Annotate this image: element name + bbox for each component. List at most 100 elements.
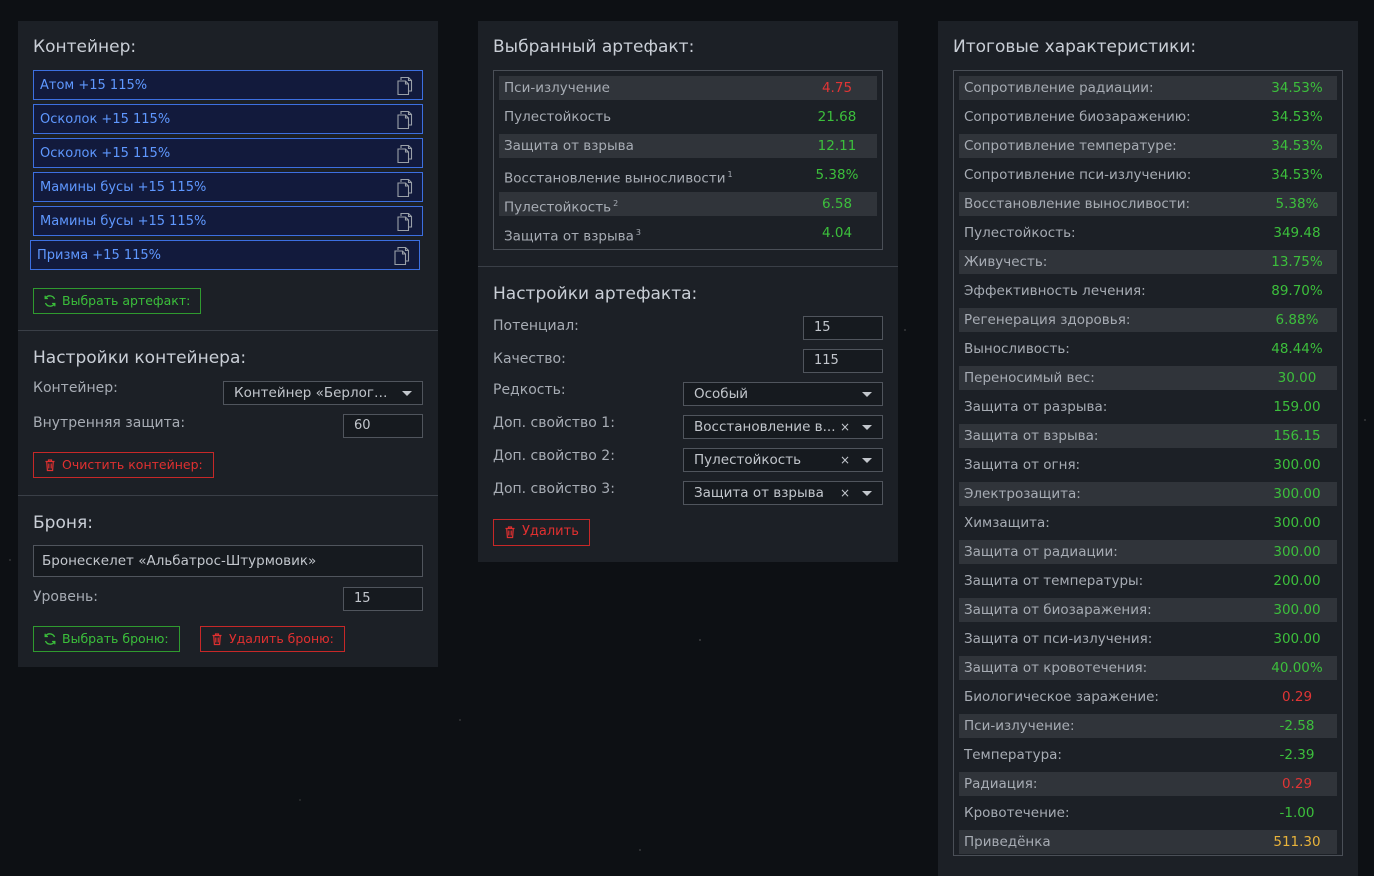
- stat-row: Приведёнка 511.30: [959, 830, 1337, 854]
- stat-name: Радиация:: [964, 772, 1037, 796]
- container-title: Контейнер:: [33, 37, 137, 57]
- stat-name-text: Защита от биозаражения:: [964, 602, 1152, 618]
- stat-value: 21.68: [817, 109, 857, 125]
- select-armor-button[interactable]: Выбрать броню:: [33, 626, 180, 652]
- stat-name: Биологическое заражение:: [964, 685, 1159, 709]
- clear-icon[interactable]: ×: [840, 449, 850, 471]
- artifact-list-item-label: Осколок +15 115%: [40, 146, 171, 161]
- stat-name-text: Защита от разрыва:: [964, 399, 1108, 415]
- stat-value: 6.88%: [1275, 312, 1319, 328]
- stat-name-text: Пулестойкость: [504, 199, 612, 216]
- stat-value: 0.29: [1281, 689, 1313, 705]
- copy-icon[interactable]: [396, 76, 414, 96]
- artifact-panel: Выбранный артефакт: Пси-излучение 4.75 Пул…: [478, 21, 898, 562]
- stat-name: Защита от огня:: [964, 453, 1080, 477]
- stat-row: Пулестойкость 21.68: [499, 105, 877, 129]
- delete-artifact-button[interactable]: Удалить: [493, 519, 590, 546]
- extra1-select[interactable]: Восстановление в... ×: [683, 415, 883, 439]
- chevron-down-icon: [862, 491, 872, 496]
- stat-name-text: Защита от кровотечения:: [964, 660, 1148, 676]
- stat-value: 4.75: [821, 80, 853, 96]
- stat-value: -1.00: [1279, 805, 1315, 821]
- stat-name-text: Защита от взрыва:: [964, 428, 1099, 444]
- copy-icon[interactable]: [396, 212, 414, 232]
- refresh-icon: [44, 633, 56, 645]
- artifact-list-item[interactable]: Атом +15 115%: [33, 70, 423, 100]
- stat-name: Регенерация здоровья:: [964, 308, 1130, 332]
- armor-input[interactable]: Бронескелет «Альбатрос-Штурмовик»: [33, 545, 423, 577]
- quality-input[interactable]: 115: [803, 349, 883, 373]
- stat-name: Приведёнка: [964, 830, 1051, 854]
- select-artifact-button[interactable]: Выбрать артефакт:: [33, 288, 202, 314]
- stat-value: 300.00: [1273, 631, 1321, 647]
- inner-protection-input[interactable]: 60: [343, 414, 423, 438]
- stat-footnote-marker: 1: [727, 170, 733, 179]
- artifact-list-item[interactable]: Мамины бусы +15 115%: [33, 206, 423, 236]
- stat-name-text: Сопротивление радиации:: [964, 80, 1154, 96]
- totals-panel: Итоговые характеристики: Сопротивление р…: [938, 21, 1358, 876]
- delete-armor-button[interactable]: Удалить броню:: [200, 626, 345, 652]
- stat-value: 5.38%: [1275, 196, 1319, 212]
- copy-icon[interactable]: [396, 110, 414, 130]
- trash-icon: [505, 526, 515, 539]
- container-select-value: Контейнер «Берлога...: [234, 385, 394, 401]
- armor-title: Броня:: [33, 513, 93, 533]
- artifact-settings-section: Настройки артефакта: Потенциал: 15 Качес…: [478, 267, 898, 563]
- level-input[interactable]: 15: [343, 587, 423, 611]
- stat-row: Биологическое заражение: 0.29: [959, 685, 1337, 709]
- stat-row: Восстановление выносливости 1 5.38%: [499, 163, 877, 187]
- copy-icon[interactable]: [396, 144, 414, 164]
- artifact-list-item[interactable]: Призма +15 115%: [30, 240, 420, 270]
- delete-armor-label: Удалить броню:: [229, 631, 334, 646]
- stat-name: Выносливость:: [964, 337, 1070, 361]
- artifact-list-item[interactable]: Осколок +15 115%: [33, 138, 423, 168]
- stat-row: Защита от взрыва 3 4.04: [499, 221, 877, 245]
- select-armor-label: Выбрать броню:: [62, 631, 169, 646]
- stat-name-text: Приведёнка: [964, 834, 1051, 850]
- stat-row: Пси-излучение: -2.58: [959, 714, 1337, 738]
- stat-name-text: Эффективность лечения:: [964, 283, 1146, 299]
- stat-name-text: Пси-излучение: [504, 80, 610, 96]
- extra3-label: Доп. свойство 3:: [493, 481, 615, 497]
- stat-name: Восстановление выносливости 1: [504, 163, 733, 191]
- rarity-select[interactable]: Особый: [683, 382, 883, 406]
- clear-icon[interactable]: ×: [840, 482, 850, 504]
- copy-icon[interactable]: [393, 246, 411, 266]
- extra3-select[interactable]: Защита от взрыва ×: [683, 481, 883, 505]
- clear-icon[interactable]: ×: [840, 416, 850, 438]
- trash-icon: [212, 633, 222, 646]
- stat-name: Защита от пси-излучения:: [964, 627, 1152, 651]
- stat-name-text: Защита от пси-излучения:: [964, 631, 1153, 647]
- container-settings-section: Настройки контейнера: Контейнер: Контейн…: [18, 331, 438, 496]
- inner-protection-label: Внутренняя защита:: [33, 415, 186, 431]
- stat-name: Защита от взрыва 3: [504, 221, 641, 249]
- stat-name: Защита от температуры:: [964, 569, 1143, 593]
- stat-name: Сопротивление температуре:: [964, 134, 1177, 158]
- stat-name: Химзащита:: [964, 511, 1050, 535]
- stat-name: Пулестойкость: [504, 105, 611, 129]
- stat-name-text: Защита от взрыва: [504, 228, 634, 245]
- extra2-select[interactable]: Пулестойкость ×: [683, 448, 883, 472]
- artifact-list-item[interactable]: Осколок +15 115%: [33, 104, 423, 134]
- artifact-list-item-label: Атом +15 115%: [40, 78, 148, 93]
- stat-name-text: Защита от температуры:: [964, 573, 1144, 589]
- stat-row: Защита от взрыва: 156.15: [959, 424, 1337, 448]
- stat-name: Переносимый вес:: [964, 366, 1095, 390]
- stat-value: 34.53%: [1271, 80, 1323, 96]
- extra3-select-value: Защита от взрыва: [694, 485, 824, 501]
- stat-name-text: Пси-излучение:: [964, 718, 1075, 734]
- stat-name: Эффективность лечения:: [964, 279, 1146, 303]
- clear-container-button[interactable]: Очистить контейнер:: [33, 452, 214, 478]
- copy-icon[interactable]: [396, 178, 414, 198]
- stat-row: Химзащита: 300.00: [959, 511, 1337, 535]
- potential-input[interactable]: 15: [803, 316, 883, 340]
- stat-name-text: Восстановление выносливости: [504, 170, 726, 187]
- totals-stats-table: Сопротивление радиации: 34.53% Сопротивлен…: [953, 70, 1343, 856]
- container-select[interactable]: Контейнер «Берлога...: [223, 381, 423, 405]
- chevron-down-icon: [862, 392, 872, 397]
- artifact-list-item[interactable]: Мамины бусы +15 115%: [33, 172, 423, 202]
- stat-value: -2.39: [1279, 747, 1315, 763]
- stat-row: Эффективность лечения: 89.70%: [959, 279, 1337, 303]
- stat-name-text: Пулестойкость: [504, 109, 612, 125]
- stat-row: Защита от взрыва 12.11: [499, 134, 877, 158]
